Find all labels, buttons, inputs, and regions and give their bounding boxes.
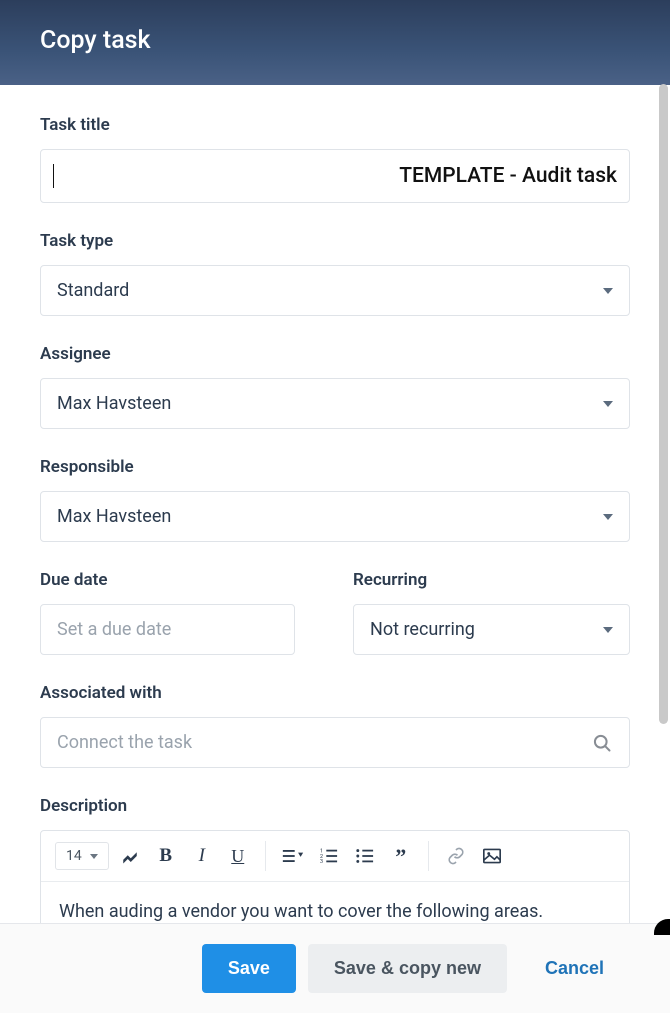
responsible-label: Responsible [40,457,630,477]
recurring-value: Not recurring [370,619,595,640]
task-type-select[interactable]: Standard [40,265,630,316]
associated-label: Associated with [40,683,630,703]
responsible-field: Responsible Max Havsteen [40,457,630,542]
assignee-value: Max Havsteen [57,393,595,414]
caret-down-icon [603,627,613,633]
description-textarea[interactable]: When auding a vendor you want to cover t… [41,882,629,923]
description-text: When auding a vendor you want to cover t… [59,901,543,922]
quote-button[interactable]: ” [386,841,416,871]
associated-field: Associated with Connect the task [40,683,630,768]
svg-text:3: 3 [320,859,323,864]
font-size-value: 14 [66,848,82,864]
caret-down-icon [603,401,613,407]
clear-format-button[interactable] [115,841,145,871]
caret-down-icon [603,288,613,294]
editor-toolbar: 14 B I U 123 [41,831,629,882]
recurring-label: Recurring [353,570,630,590]
modal-footer: Save Save & copy new Cancel [0,923,670,1013]
scrollbar-thumb[interactable] [659,84,668,724]
task-title-field: Task title TEMPLATE - Audit task [40,115,630,203]
cancel-button[interactable]: Cancel [519,944,630,993]
task-type-value: Standard [57,280,595,301]
task-type-label: Task type [40,231,630,251]
due-date-label: Due date [40,570,317,590]
assignee-select[interactable]: Max Havsteen [40,378,630,429]
rich-text-editor: 14 B I U 123 [40,830,630,923]
responsible-select[interactable]: Max Havsteen [40,491,630,542]
font-size-select[interactable]: 14 [55,842,109,870]
align-button[interactable] [278,841,308,871]
assignee-label: Assignee [40,344,630,364]
due-date-field: Due date Set a due date [40,570,317,655]
text-cursor [53,164,54,188]
modal-header: Copy task [0,0,670,85]
toolbar-separator [265,841,266,871]
caret-down-icon [603,514,613,520]
copy-task-modal: Copy task Task title TEMPLATE - Audit ta… [0,0,670,1013]
image-button[interactable] [477,841,507,871]
caret-down-icon [90,854,98,859]
associated-input[interactable]: Connect the task [40,717,630,768]
due-date-input[interactable]: Set a due date [40,604,295,655]
modal-title: Copy task [40,26,630,55]
associated-placeholder: Connect the task [57,732,192,753]
task-type-field: Task type Standard [40,231,630,316]
search-icon[interactable] [592,733,612,753]
assignee-field: Assignee Max Havsteen [40,344,630,429]
task-title-input[interactable]: TEMPLATE - Audit task [40,149,630,203]
save-copy-new-button[interactable]: Save & copy new [308,944,507,993]
task-title-value: TEMPLATE - Audit task [399,164,617,188]
italic-button[interactable]: I [187,841,217,871]
modal-body: Task title TEMPLATE - Audit task Task ty… [0,85,670,923]
description-label: Description [40,796,630,816]
recurring-select[interactable]: Not recurring [353,604,630,655]
ordered-list-button[interactable]: 123 [314,841,344,871]
due-date-placeholder: Set a due date [57,619,171,640]
description-field: Description 14 B I U [40,796,630,923]
underline-button[interactable]: U [223,841,253,871]
save-button[interactable]: Save [202,944,296,993]
recurring-field: Recurring Not recurring [353,570,630,655]
link-button[interactable] [441,841,471,871]
responsible-value: Max Havsteen [57,506,595,527]
toolbar-separator [428,841,429,871]
task-title-label: Task title [40,115,630,135]
bold-button[interactable]: B [151,841,181,871]
unordered-list-button[interactable] [350,841,380,871]
